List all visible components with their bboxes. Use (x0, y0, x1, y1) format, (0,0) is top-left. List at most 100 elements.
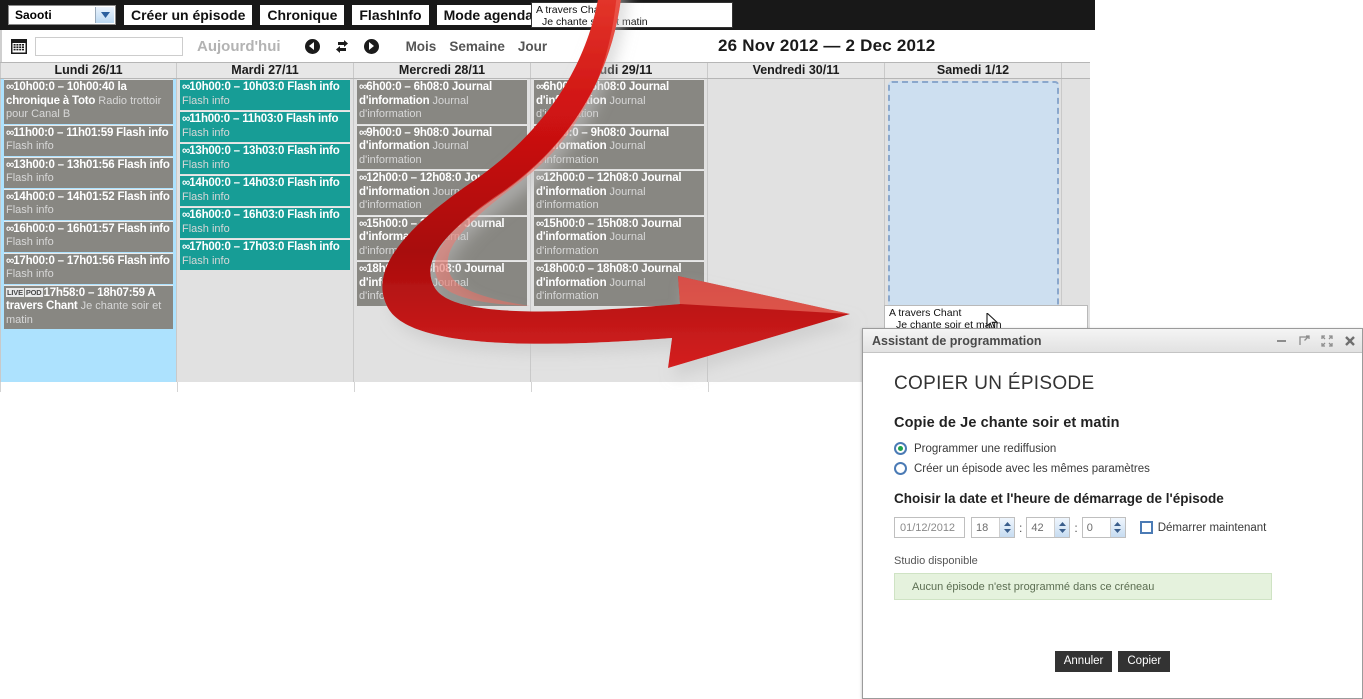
calendar-event[interactable]: ∞14h00:0 – 14h03:0 Flash info Flash info (180, 175, 350, 206)
start-now-label: Démarrer maintenant (1157, 521, 1267, 534)
cancel-button[interactable]: Annuler (1054, 651, 1113, 672)
today-button[interactable]: Aujourd'hui (197, 38, 281, 55)
day-header-vendredi[interactable]: Vendredi 30/11 (708, 63, 885, 78)
day-column-lundi[interactable]: ∞10h00:0 – 10h00:40 la chronique à Toto … (0, 79, 177, 383)
event-headline: ∞6h00:0 – 6h08:0 Journal d'information (536, 81, 669, 107)
calendar-event[interactable]: ∞16h00:0 – 16h03:0 Flash info Flash info (180, 207, 350, 238)
event-headline: ∞10h00:0 – 10h03:0 Flash info (182, 81, 340, 93)
minute-spinner-arrows[interactable] (1054, 518, 1070, 537)
radio-unselected-icon[interactable] (894, 462, 907, 475)
refresh-icon[interactable] (335, 39, 349, 54)
day-header-mercredi[interactable]: Mercredi 28/11 (354, 63, 531, 78)
option-rediffusion[interactable]: Programmer une rediffusion (894, 442, 1362, 455)
calendar-event[interactable]: ∞11h00:0 – 11h03:0 Flash info Flash info (180, 111, 350, 142)
dialog-title: Assistant de programmation (872, 333, 1042, 348)
dialog-subheading: Copie de Je chante soir et matin (894, 415, 1120, 431)
event-subtitle: Flash info (6, 236, 54, 248)
calendar-event[interactable]: ∞9h00:0 – 9h08:0 Journal d'information J… (357, 124, 527, 169)
episode-chip-subtitle: Je chante soir et matin (542, 16, 648, 28)
minute-stepper[interactable]: 42 (1026, 517, 1071, 538)
event-subtitle: Flash info (182, 158, 230, 171)
calendar-event[interactable]: ∞12h00:0 – 12h08:0 Journal d'information… (357, 170, 527, 215)
event-badge-pod: POD (24, 287, 43, 297)
day-header-jeudi[interactable]: Jeudi 29/11 (531, 63, 708, 78)
calendar-event[interactable]: ∞16h00:0 – 16h01:57 Flash info Flash inf… (4, 220, 173, 252)
event-headline: ∞9h00:0 – 9h08:0 Journal d'information (536, 127, 669, 153)
view-mois[interactable]: Mois (406, 39, 437, 54)
flashinfo-button[interactable]: FlashInfo (352, 5, 429, 25)
view-semaine[interactable]: Semaine (449, 39, 505, 54)
start-now-field[interactable]: Démarrer maintenant (1139, 521, 1267, 534)
event-time-title: 16h00:0 – 16h01:57 Flash info (13, 222, 170, 235)
station-select-value: Saooti (15, 8, 52, 22)
maximize-icon[interactable] (1321, 334, 1333, 347)
start-date-input[interactable]: 01/12/2012 (894, 517, 965, 538)
calendar-icon[interactable] (10, 37, 28, 55)
chronique-button[interactable]: Chronique (260, 5, 345, 25)
calendar-event[interactable]: ∞13h00:0 – 13h03:0 Flash info Flash info (180, 143, 350, 174)
event-subtitle: Flash info (182, 190, 230, 203)
event-subtitle: Flash info (182, 254, 230, 267)
calendar-event[interactable]: ∞15h00:0 – 15h08:0 Journal d'information… (357, 215, 527, 260)
second-spinner-arrows[interactable] (1109, 518, 1125, 537)
day-header-mardi[interactable]: Mardi 27/11 (177, 63, 354, 78)
day-column-mercredi[interactable]: ∞6h00:0 – 6h08:0 Journal d'information J… (354, 79, 531, 383)
station-select[interactable]: Saooti (8, 5, 116, 25)
event-badge-live: LIVE (6, 287, 24, 297)
creer-un-episode-button[interactable]: Créer un épisode (124, 5, 253, 25)
calendar-event[interactable]: ∞10h00:0 – 10h00:40 la chronique à Toto … (4, 79, 173, 124)
calendar-event[interactable]: ∞10h00:0 – 10h03:0 Flash info Flash info (180, 79, 350, 110)
event-headline: ∞11h00:0 – 11h03:0 Flash info (182, 113, 338, 125)
previous-week-icon[interactable] (304, 38, 320, 54)
calendar-event[interactable]: ∞11h00:0 – 11h01:59 Flash info Flash inf… (4, 124, 173, 156)
app-screen: Saooti Créer un épisode Chronique FlashI… (0, 0, 1363, 699)
calendar-event[interactable]: ∞18h00:0 – 18h08:0 Journal d'information… (357, 261, 527, 306)
restore-window-icon[interactable] (1298, 335, 1310, 347)
hour-spinner-arrows[interactable] (999, 518, 1014, 537)
day-header-lundi[interactable]: Lundi 26/11 (0, 63, 177, 78)
datetime-section-label: Choisir la date et l'heure de démarrage … (894, 491, 1224, 506)
close-icon[interactable] (1344, 335, 1356, 347)
next-week-icon[interactable] (363, 38, 379, 54)
drop-target-selection[interactable] (888, 81, 1059, 313)
day-column-vendredi[interactable] (708, 79, 885, 383)
start-now-checkbox[interactable] (1139, 521, 1153, 534)
copy-button[interactable]: Copier (1118, 651, 1171, 672)
grid-rule (177, 382, 178, 392)
dialog-titlebar[interactable]: Assistant de programmation (863, 329, 1362, 353)
event-time-title: 16h00:0 – 16h03:0 Flash info (189, 209, 340, 221)
calendar-event[interactable]: LIVE POD 17h58:0 – 18h07:59 A travers Chan… (4, 284, 173, 329)
calendar-event[interactable]: ∞15h00:0 – 15h08:0 Journal d'information… (534, 215, 704, 260)
event-headline: ∞17h00:0 – 17h01:56 Flash info (6, 255, 170, 267)
chevron-down-icon[interactable] (95, 7, 114, 23)
minimize-icon[interactable] (1275, 335, 1287, 347)
day-column-jeudi[interactable]: ∞6h00:0 – 6h08:0 Journal d'information J… (531, 79, 708, 383)
mode-agenda-button[interactable]: Mode agenda (436, 5, 541, 25)
calendar-event[interactable]: ∞13h00:0 – 13h01:56 Flash info Flash inf… (4, 156, 173, 188)
day-header-samedi[interactable]: Samedi 1/12 (885, 63, 1062, 78)
calendar-event[interactable]: ∞18h00:0 – 18h08:0 Journal d'information… (534, 261, 704, 306)
calendar-event[interactable]: ∞17h00:0 – 17h03:0 Flash info Flash info (180, 239, 350, 270)
event-headline: ∞16h00:0 – 16h03:0 Flash info (182, 209, 340, 221)
calendar-event[interactable]: ∞14h00:0 – 14h01:52 Flash info Flash inf… (4, 188, 173, 220)
calendar-event[interactable]: ∞12h00:0 – 12h08:0 Journal d'information… (534, 170, 704, 215)
calendar-event[interactable]: ∞6h00:0 – 6h08:0 Journal d'information J… (357, 79, 527, 124)
hour-stepper[interactable]: 18 (971, 517, 1015, 538)
day-header-row: Lundi 26/11 Mardi 27/11 Mercredi 28/11 J… (0, 62, 1090, 79)
date-input[interactable] (35, 36, 183, 56)
calendar-event[interactable]: ∞9h00:0 – 9h08:0 Journal d'information J… (534, 124, 704, 169)
second-stepper[interactable]: 0 (1081, 517, 1126, 538)
window-controls (1275, 334, 1356, 347)
day-column-mardi[interactable]: ∞10h00:0 – 10h03:0 Flash info Flash info… (177, 79, 354, 383)
grid-rule (708, 382, 709, 392)
time-separator-2: : (1074, 520, 1078, 535)
dialog-heading: COPIER UN ÉPISODE (894, 373, 1095, 394)
radio-selected-icon[interactable] (894, 442, 907, 455)
view-jour[interactable]: Jour (518, 39, 547, 54)
event-subtitle: Flash info (182, 94, 230, 107)
episode-drag-chip[interactable]: A travers Chant Je chante soir et matin (531, 2, 733, 28)
option-nouvel-episode[interactable]: Créer un épisode avec les mêmes paramètr… (894, 462, 1362, 475)
grid-rule (354, 382, 355, 392)
calendar-event[interactable]: ∞6h00:0 – 6h08:0 Journal d'information J… (534, 79, 704, 124)
calendar-event[interactable]: ∞17h00:0 – 17h01:56 Flash info Flash inf… (4, 252, 173, 284)
